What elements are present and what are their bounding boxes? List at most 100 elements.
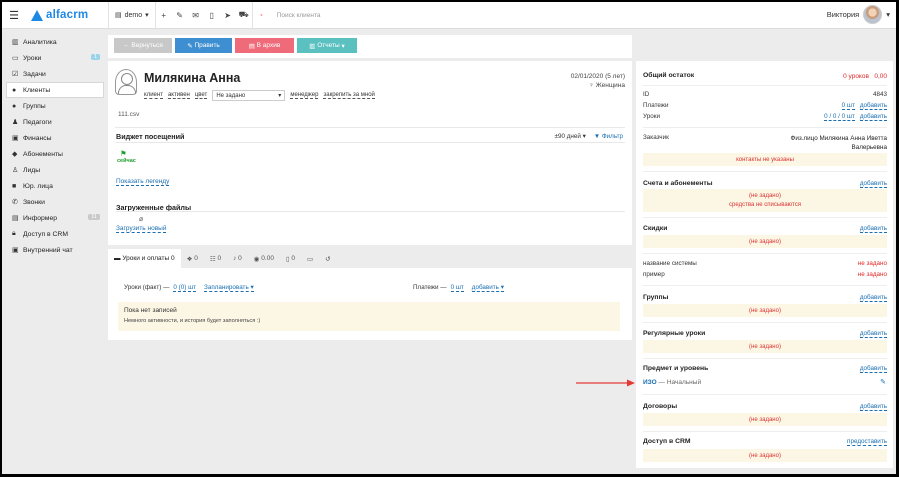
branch-selector[interactable]: ▤ demo ▾ — [109, 11, 155, 20]
chat-icon: ▣ — [12, 247, 19, 254]
lessons-fact-value[interactable]: 0 (0) шт — [173, 284, 197, 292]
add-payment-link[interactable]: добавить ▾ — [471, 284, 504, 292]
sidebar-item-leads[interactable]: ♙ Лиды — [2, 162, 106, 178]
tag-icon: ◆ — [12, 151, 18, 158]
example-value: не задано — [857, 271, 887, 278]
subject-name[interactable]: ИЗО — [643, 379, 657, 386]
tab-list[interactable]: ☷ 0 — [204, 249, 227, 268]
balance-title: Общий остаток — [643, 72, 695, 79]
contracts-add-link[interactable]: добавить — [859, 403, 887, 411]
subject-level: — Начальный — [658, 379, 702, 386]
payments-count[interactable]: 0 шт — [841, 102, 855, 110]
cart-icon[interactable]: ⛟ — [236, 10, 252, 20]
payments-value[interactable]: 0 шт — [450, 284, 464, 292]
lessons-count[interactable]: 0 / 0 / 0 шт — [824, 113, 855, 121]
sidebar-item-teachers[interactable]: ♟ Педагоги — [2, 114, 106, 130]
logo[interactable]: alfacrm — [30, 9, 108, 22]
payments-add-link[interactable]: добавить — [859, 102, 887, 110]
edit-button[interactable]: ✎ Править — [175, 38, 232, 53]
visits-widget-title: Виджет посещений — [116, 132, 185, 141]
period-selector[interactable]: ±90 дней ▾ — [555, 133, 586, 140]
lessons-add-link[interactable]: добавить — [859, 113, 887, 121]
sidebar-item-informer[interactable]: ▤ Информер 11 — [2, 210, 106, 226]
sidebar-item-groups[interactable]: ● Группы — [2, 98, 106, 114]
user-menu[interactable]: Виктория ▾ — [827, 5, 890, 24]
annotation-arrow-icon — [576, 379, 635, 387]
tab-card[interactable]: ▭ — [301, 249, 319, 268]
sidebar-item-analytics[interactable]: ▥ Аналитика — [2, 34, 106, 50]
sidebar-item-tasks[interactable]: ☑ Задачи — [2, 66, 106, 82]
subject-add-link[interactable]: добавить — [859, 365, 887, 373]
contracts-title: Договоры — [643, 403, 678, 410]
menu-icon[interactable]: ☰ — [2, 9, 26, 22]
edit-pencil-icon[interactable]: ✎ — [880, 378, 886, 386]
notifications-icon[interactable]: ◔ — [253, 11, 269, 20]
now-marker: сейчас — [117, 158, 136, 164]
client-color[interactable]: цвет — [194, 92, 208, 99]
sidebar-item-lessons[interactable]: ▭ Уроки 1 — [2, 50, 106, 66]
tab-money[interactable]: ◉ 0.00 — [248, 249, 280, 268]
client-type[interactable]: клиент — [144, 92, 163, 99]
money-icon: ▣ — [12, 135, 19, 142]
crm-access-title: Доступ в CRM — [643, 438, 691, 445]
wrench-icon[interactable]: ✎ — [172, 11, 188, 20]
sidebar-item-chat[interactable]: ▣ Внутренний чат — [2, 242, 106, 258]
manager-link[interactable]: менеджер — [290, 92, 319, 99]
right-panel: Общий остаток 0 уроков 0,00 ID 4843 Плате… — [636, 61, 893, 468]
discounts-add-link[interactable]: добавить — [859, 225, 887, 233]
sidebar-item-crm-access[interactable]: 🔒︎ Доступ в CRM — [2, 226, 106, 242]
sidebar-item-finance[interactable]: ▣ Финансы — [2, 130, 106, 146]
accounts-add-link[interactable]: добавить — [859, 180, 887, 188]
archive-icon: ▤ — [248, 42, 257, 50]
sys-name-value: не задано — [857, 260, 887, 267]
filter-button[interactable]: ▼ Фильтр — [594, 133, 623, 140]
discounts-empty: (не задано) — [643, 235, 887, 248]
tab-lessons-payments[interactable]: ▬ Уроки и оплаты 0 — [108, 249, 181, 268]
groups-add-link[interactable]: добавить — [859, 294, 887, 302]
reports-button[interactable]: ▥ Отчеты ▾ — [297, 38, 357, 53]
female-icon: ♀ — [589, 82, 594, 89]
accounts-title: Счета и абонементы — [643, 180, 713, 187]
balance-value: 0 уроков 0,00 — [843, 73, 887, 80]
payments-label: Платежи — — [413, 284, 447, 291]
client-id: 4843 — [872, 91, 887, 98]
phone-icon: ✆ — [12, 199, 18, 206]
tab-comments[interactable]: ❖ 0 — [181, 249, 204, 268]
color-select[interactable]: Не задано ▾ — [212, 90, 286, 101]
lessons-icon: ▬ — [114, 255, 123, 262]
tab-history[interactable]: ↺ — [319, 249, 336, 268]
telegram-icon[interactable]: ➤ — [220, 11, 236, 20]
client-note: 111.csv — [118, 111, 140, 118]
briefcase-icon: ■ — [12, 182, 17, 190]
archive-button[interactable]: ▤ В архив — [235, 38, 294, 53]
informer-badge: 11 — [88, 214, 100, 220]
action-bar: ← Вернуться ✎ Править ▤ В архив ▥ Отчеты… — [108, 35, 632, 58]
tab-contacts[interactable]: ♪ 0 — [227, 249, 248, 268]
search-input[interactable]: Поиск клиента — [277, 12, 321, 19]
pin-to-me-link[interactable]: закрепить за мной — [323, 92, 375, 99]
mobile-icon[interactable]: ▯ — [204, 11, 220, 20]
chevron-down-icon: ▾ — [145, 12, 149, 19]
schedule-link[interactable]: Запланировать ▾ — [204, 284, 254, 292]
show-legend-link[interactable]: Показать легенду — [116, 178, 170, 186]
back-button[interactable]: ← Вернуться — [114, 38, 172, 53]
birth-date: 02/01/2020 (5 лет) — [570, 73, 625, 80]
upload-file-link[interactable]: Загрузить новый — [116, 225, 167, 233]
grant-access-link[interactable]: предоставить — [847, 438, 887, 446]
sidebar-item-calls[interactable]: ✆ Звонки — [2, 194, 106, 210]
add-icon[interactable]: + — [156, 11, 172, 20]
sidebar-item-subscriptions[interactable]: ◆ Абонементы — [2, 146, 106, 162]
chevron-down-icon: ▾ — [278, 93, 282, 99]
sidebar-item-clients[interactable]: ● Клиенты — [6, 82, 104, 98]
client-status[interactable]: активен — [167, 92, 190, 99]
regular-add-link[interactable]: добавить — [859, 330, 887, 338]
flag-icon: ⚑ — [120, 149, 127, 158]
empty-notice: Пока нет записей Немного активности, и и… — [118, 302, 620, 331]
mail-icon[interactable]: ✉ — [188, 11, 204, 20]
empty-text: Немного активности, и история будет запо… — [124, 318, 261, 324]
informer-icon: ▤ — [12, 215, 19, 222]
avatar — [863, 5, 883, 24]
app-window: ☰ alfacrm ▤ demo ▾ + ✎ ✉ ▯ ➤ ⛟ ◔ Поиск к… — [2, 2, 896, 474]
tab-docs[interactable]: ▯ 0 — [280, 249, 301, 268]
sidebar-item-legal[interactable]: ■ Юр. лица — [2, 178, 106, 194]
